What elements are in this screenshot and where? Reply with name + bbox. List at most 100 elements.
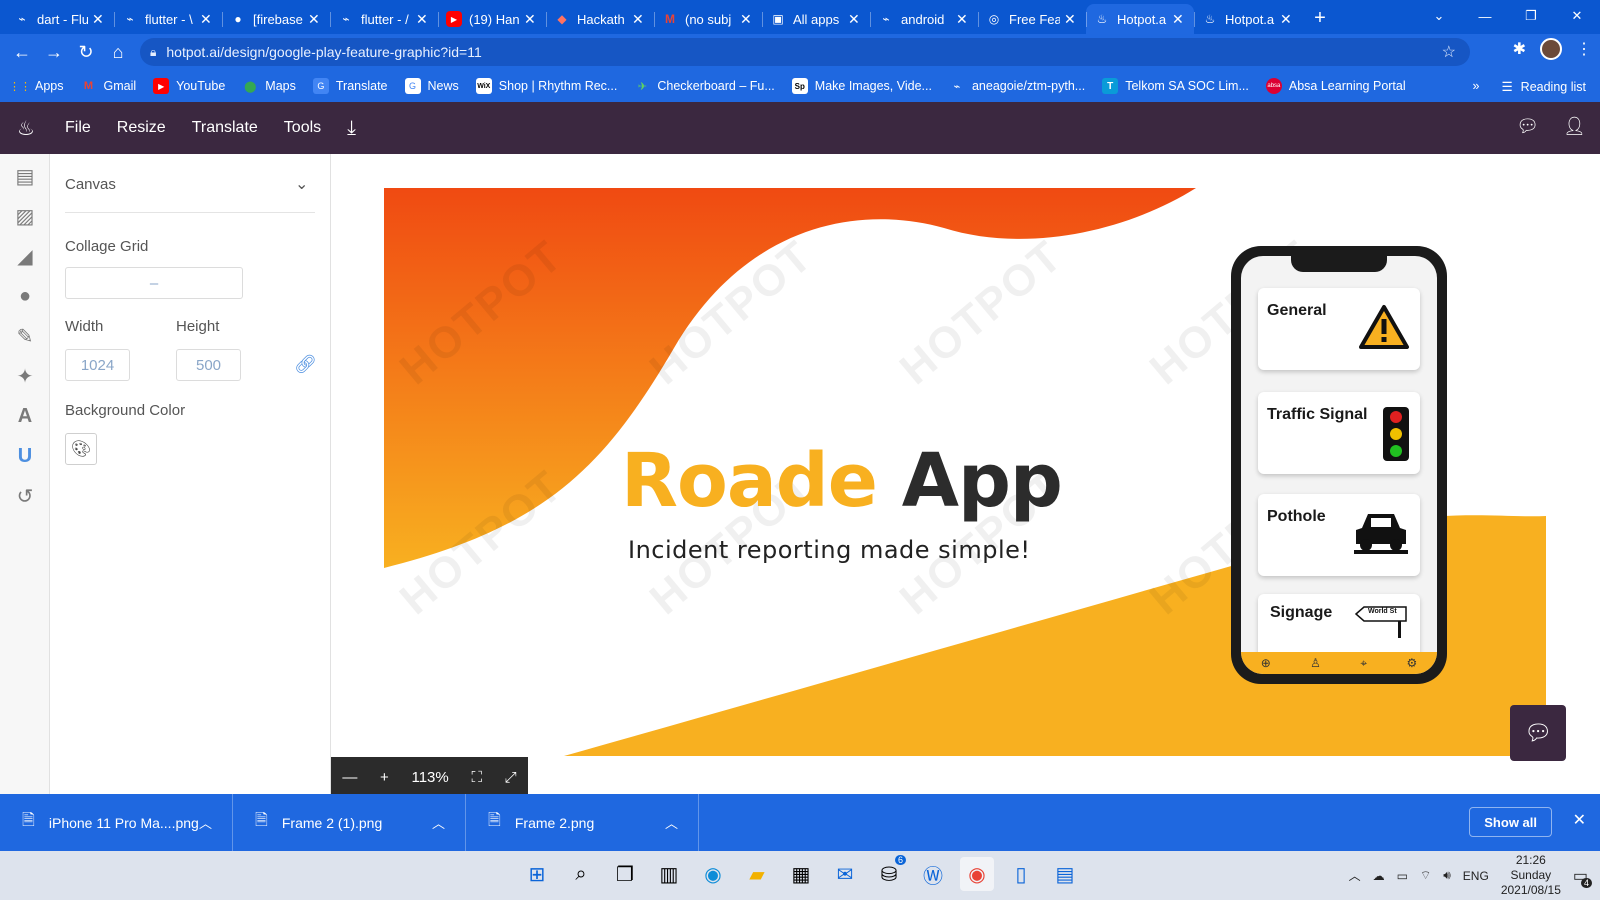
magnet-icon[interactable]: U xyxy=(0,436,50,476)
speech-bubble-icon[interactable]: ● xyxy=(0,276,50,316)
browser-tab[interactable]: M (no subj ✕ xyxy=(654,4,762,34)
bookmark-apps[interactable]: ⋮⋮ Apps xyxy=(9,78,64,94)
chevron-up-icon[interactable]: ︿ xyxy=(432,813,445,832)
bookmark-shop[interactable]: WiX Shop | Rhythm Rec... xyxy=(475,78,617,94)
width-input[interactable]: 1024 xyxy=(65,349,130,381)
battery-icon[interactable]: ▭ xyxy=(1397,869,1408,883)
browser-tab[interactable]: ▶ (19) Han ✕ xyxy=(438,4,546,34)
back-icon[interactable]: ← xyxy=(6,42,38,63)
background-color-button[interactable]: 🎨︎ xyxy=(65,433,97,465)
chevron-up-icon[interactable]: ︿ xyxy=(1349,867,1361,884)
pen-icon[interactable]: ✎ xyxy=(0,316,50,356)
bookmark-maps[interactable]: ⬤ Maps xyxy=(242,78,296,94)
wifi-icon[interactable]: ⌔ xyxy=(1420,868,1431,883)
close-tab-icon[interactable]: ✕ xyxy=(1172,11,1186,28)
app-badge-icon[interactable]: ⛁ 6 xyxy=(872,855,906,891)
close-tab-icon[interactable]: ✕ xyxy=(1064,11,1078,28)
close-tab-icon[interactable]: ✕ xyxy=(632,11,646,28)
hotpot-logo-icon[interactable]: ♨ xyxy=(0,116,52,141)
word-icon[interactable]: Ⓦ xyxy=(916,857,950,891)
menu-resize[interactable]: Resize xyxy=(117,119,166,137)
bookmark-gmail[interactable]: M Gmail xyxy=(81,78,136,94)
bookmark-telkom[interactable]: T Telkom SA SOC Lim... xyxy=(1102,78,1249,94)
home-icon[interactable]: ⌂ xyxy=(102,42,134,63)
close-tab-icon[interactable]: ✕ xyxy=(956,11,970,28)
zoom-in-icon[interactable]: + xyxy=(380,769,389,786)
browser-tab[interactable]: ♨ Hotpot.a ✕ xyxy=(1194,4,1302,34)
bookmark-news[interactable]: G News xyxy=(404,78,459,94)
collage-grid-select[interactable]: – xyxy=(65,267,243,299)
browser-tab-active[interactable]: ♨ Hotpot.a ✕ xyxy=(1086,4,1194,34)
reload-icon[interactable]: ↻ xyxy=(70,42,102,63)
height-input[interactable]: 500 xyxy=(176,349,241,381)
reading-list[interactable]: ☰ Reading list xyxy=(1501,79,1586,94)
user-icon[interactable]: 👤︎ xyxy=(1563,116,1586,137)
more-bookmarks-icon[interactable]: » xyxy=(1473,79,1480,93)
language-indicator[interactable]: ENG xyxy=(1463,869,1489,883)
layout-icon[interactable]: ▤ xyxy=(0,156,50,196)
restore-icon[interactable]: ❐ xyxy=(1508,8,1554,24)
edge-icon[interactable]: ◉ xyxy=(696,857,730,891)
show-all-button[interactable]: Show all xyxy=(1469,807,1552,837)
close-tab-icon[interactable]: ✕ xyxy=(1280,11,1294,28)
search-icon[interactable]: ⌕ xyxy=(564,857,598,891)
url-field[interactable]: 🔒︎ hotpot.ai/design/google-play-feature-… xyxy=(140,38,1470,66)
forward-icon[interactable]: → xyxy=(38,42,70,63)
notification-icon[interactable]: ▭ 4 xyxy=(1573,866,1592,888)
download-item[interactable]: 🗎 iPhone 11 Pro Ma....png ︿ xyxy=(0,794,233,851)
phone-app-icon[interactable]: ▯ xyxy=(1004,857,1038,891)
bookmark-absa[interactable]: absa Absa Learning Portal xyxy=(1265,78,1406,94)
task-view-icon[interactable]: ❐ xyxy=(608,857,642,891)
close-tab-icon[interactable]: ✕ xyxy=(848,11,862,28)
close-window-icon[interactable]: ✕ xyxy=(1554,8,1600,24)
browser-tab[interactable]: ⌁ flutter - / ✕ xyxy=(330,4,438,34)
cloud-icon[interactable]: ☁ xyxy=(1373,869,1385,883)
close-shelf-icon[interactable]: ✕ xyxy=(1573,810,1586,830)
bird-icon[interactable]: ✦ xyxy=(0,356,50,396)
download-item[interactable]: 🗎 Frame 2 (1).png ︿ xyxy=(233,794,466,851)
zoom-out-icon[interactable]: — xyxy=(342,769,357,786)
extensions-icon[interactable]: ✱ xyxy=(1513,39,1526,59)
store-icon[interactable]: ▦ xyxy=(784,857,818,891)
chat-icon[interactable]: 💬︎ xyxy=(1516,116,1539,137)
close-tab-icon[interactable]: ✕ xyxy=(740,11,754,28)
menu-file[interactable]: File xyxy=(65,119,91,137)
browser-tab[interactable]: ◎ Free Feat ✕ xyxy=(978,4,1086,34)
close-tab-icon[interactable]: ✕ xyxy=(308,11,322,28)
notepad-icon[interactable]: ▤ xyxy=(1048,857,1082,891)
profile-avatar[interactable] xyxy=(1540,38,1562,60)
minimize-icon[interactable]: — xyxy=(1462,9,1508,24)
bookmark-checkerboard[interactable]: ✈ Checkerboard – Fu... xyxy=(634,78,775,94)
clock[interactable]: 21:26 Sunday 2021/08/15 xyxy=(1501,853,1561,898)
lock-icon[interactable]: 🔒︎ xyxy=(150,45,156,60)
bookmark-youtube[interactable]: ▶ YouTube xyxy=(153,78,225,94)
menu-translate[interactable]: Translate xyxy=(192,119,258,137)
download-icon[interactable]: ⤓ xyxy=(347,117,356,140)
browser-tab[interactable]: ● [firebase ✕ xyxy=(222,4,330,34)
chrome-icon[interactable]: ◉ xyxy=(960,857,994,891)
bookmark-make-images[interactable]: Sp Make Images, Vide... xyxy=(791,78,932,94)
menu-dots-icon[interactable]: ⋮ xyxy=(1576,39,1592,59)
design-canvas[interactable]: HOTPOT HOTPOT HOTPOT HOTPOT HOTPOT HOTPO… xyxy=(384,188,1546,756)
browser-tab[interactable]: ◆ Hackath ✕ xyxy=(546,4,654,34)
undo-icon[interactable]: ↺ xyxy=(0,476,50,516)
volume-icon[interactable]: 🔊︎ xyxy=(1443,868,1451,883)
chat-fab-button[interactable]: 💬︎ xyxy=(1510,705,1566,761)
chevron-up-icon[interactable]: ︿ xyxy=(199,813,212,832)
mail-icon[interactable]: ✉ xyxy=(828,857,862,891)
browser-tab[interactable]: ⌁ android ✕ xyxy=(870,4,978,34)
new-tab-button[interactable]: + xyxy=(1302,7,1338,30)
fullscreen-icon[interactable]: ⤢ xyxy=(505,769,517,786)
file-explorer-icon[interactable]: ▰ xyxy=(740,857,774,891)
browser-tab[interactable]: ▣ All apps ✕ xyxy=(762,4,870,34)
image-icon[interactable]: ▨ xyxy=(0,196,50,236)
widgets-icon[interactable]: ▥ xyxy=(652,857,686,891)
close-tab-icon[interactable]: ✕ xyxy=(92,11,106,28)
menu-tools[interactable]: Tools xyxy=(284,119,321,137)
fit-screen-icon[interactable]: ⛶ xyxy=(471,769,482,786)
text-icon[interactable]: A xyxy=(0,396,50,436)
tab-search-icon[interactable]: ⌄ xyxy=(1416,8,1462,24)
bookmark-aneagoie[interactable]: ⌁ aneagoie/ztm-pyth... xyxy=(949,78,1086,94)
close-tab-icon[interactable]: ✕ xyxy=(416,11,430,28)
browser-tab[interactable]: ⌁ dart - Flu ✕ xyxy=(6,4,114,34)
